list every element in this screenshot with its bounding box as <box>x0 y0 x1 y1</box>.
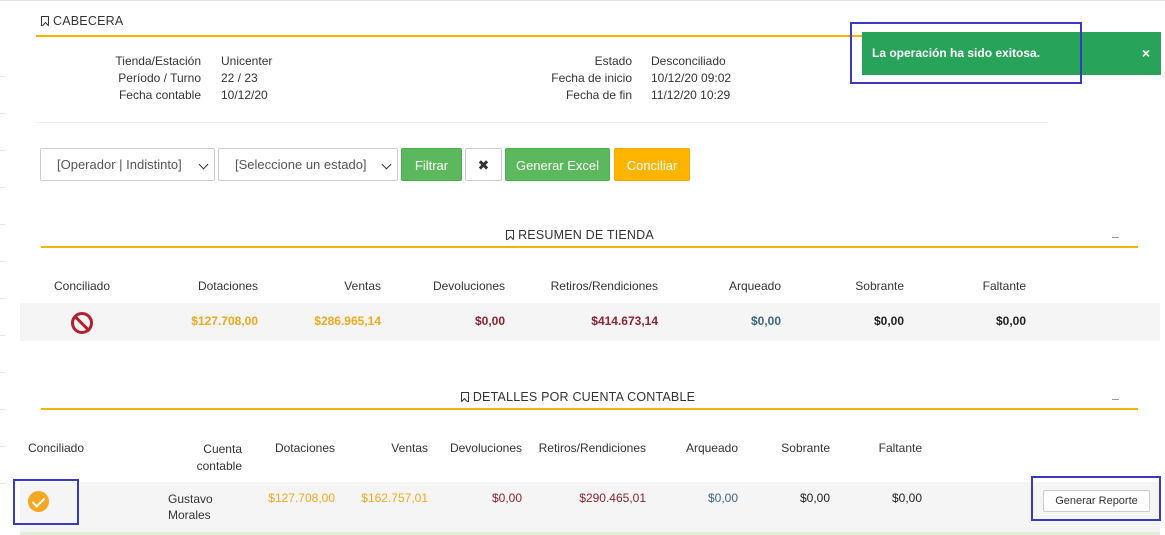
value-periodo: 22 / 23 <box>221 71 258 85</box>
close-icon: ✖ <box>477 157 490 173</box>
detalles-retiros: $290.465,01 <box>579 491 646 505</box>
detalles-section-title: DETALLES POR CUENTA CONTABLE <box>420 390 736 404</box>
label-fecha-fin: Fecha de fin <box>565 88 632 102</box>
detalles-divider <box>41 408 1138 410</box>
resumen-divider <box>41 246 1138 248</box>
bookmark-icon <box>41 16 49 26</box>
detalles-header-ventas: Ventas <box>391 441 428 455</box>
filtrar-button[interactable]: Filtrar <box>401 148 462 181</box>
generar-excel-button[interactable]: Generar Excel <box>505 148 610 181</box>
resumen-sobrante: $0,00 <box>873 314 904 328</box>
top-border <box>0 0 1165 1</box>
resumen-header-sobrante: Sobrante <box>855 279 904 293</box>
report-button-highlight-box <box>1031 476 1161 521</box>
detalles-header-retiros: Retiros/Rendiciones <box>538 441 646 455</box>
value-fecha-inicio: 10/12/20 09:02 <box>651 71 732 85</box>
clear-filter-button[interactable]: ✖ <box>465 148 502 181</box>
collapse-detalles-icon[interactable] <box>1112 399 1119 400</box>
detalles-ventas: $162.757,01 <box>361 491 428 505</box>
cabecera-section-title: CABECERA <box>41 14 123 28</box>
label-fecha-contable: Fecha contable <box>118 88 201 102</box>
resumen-section-title: RESUMEN DE TIENDA <box>440 228 720 242</box>
detalles-sobrante: $0,00 <box>799 491 830 505</box>
value-fecha-contable: 10/12/20 <box>221 88 268 102</box>
close-icon[interactable]: × <box>1142 32 1150 75</box>
cabecera-right-info: Estado Desconciliado Fecha de inicio 10/… <box>400 53 850 113</box>
cabecera-bottom-divider <box>36 122 1048 123</box>
label-estado: Estado <box>594 54 632 68</box>
detalles-faltante: $0,00 <box>891 491 922 505</box>
conciliado-highlight-box <box>13 479 79 525</box>
detalles-header-dotaciones: Dotaciones <box>274 441 335 455</box>
operador-select[interactable]: [Operador | Indistinto] <box>40 148 215 181</box>
collapse-resumen-icon[interactable] <box>1112 237 1119 238</box>
resumen-devoluciones: $0,00 <box>474 314 505 328</box>
resumen-arqueado: $0,00 <box>750 314 781 328</box>
detalles-header-faltante: Faltante <box>878 441 922 455</box>
detalles-dotaciones: $127.708,00 <box>268 491 335 505</box>
chevron-down-icon <box>198 159 209 170</box>
chevron-down-icon <box>381 159 392 170</box>
value-fecha-fin: 11/12/20 10:29 <box>651 88 731 102</box>
value-estado: Desconciliado <box>651 54 726 68</box>
resumen-faltante: $0,00 <box>995 314 1026 328</box>
resumen-header-arqueado: Arqueado <box>728 279 781 293</box>
detalles-header-devoluciones: Devoluciones <box>449 441 522 455</box>
detalles-header-cuenta: Cuenta contable <box>196 442 242 473</box>
resumen-header-faltante: Faltante <box>982 279 1026 293</box>
resumen-header-retiros: Retiros/Rendiciones <box>550 279 658 293</box>
resumen-header-devoluciones: Devoluciones <box>432 279 505 293</box>
bookmark-icon <box>460 392 469 402</box>
estado-select[interactable]: [Seleccione un estado] <box>218 148 398 181</box>
resumen-header-conciliado: Conciliado <box>54 279 111 293</box>
label-fecha-inicio: Fecha de inicio <box>551 71 632 85</box>
bookmark-icon <box>506 230 515 240</box>
conciliar-button[interactable]: Conciliar <box>614 148 690 181</box>
resumen-header-ventas: Ventas <box>344 279 381 293</box>
label-periodo: Período / Turno <box>118 71 201 85</box>
resumen-header-dotaciones: Dotaciones <box>197 279 258 293</box>
detalles-header-sobrante: Sobrante <box>781 441 830 455</box>
label-tienda: Tienda/Estación <box>115 54 201 68</box>
detalles-cuenta-nombre: Gustavo Morales <box>168 492 213 522</box>
ban-icon <box>71 312 93 334</box>
resumen-retiros: $414.673,14 <box>591 314 658 328</box>
detalles-header-arqueado: Arqueado <box>685 441 738 455</box>
detalles-devoluciones: $0,00 <box>491 491 522 505</box>
toast-highlight-box <box>850 22 1082 84</box>
detalles-arqueado: $0,00 <box>707 491 738 505</box>
detalles-header-conciliado: Conciliado <box>28 441 85 455</box>
value-tienda: Unicenter <box>221 54 273 68</box>
resumen-dotaciones: $127.708,00 <box>191 314 258 328</box>
resumen-ventas: $286.965,14 <box>314 314 381 328</box>
